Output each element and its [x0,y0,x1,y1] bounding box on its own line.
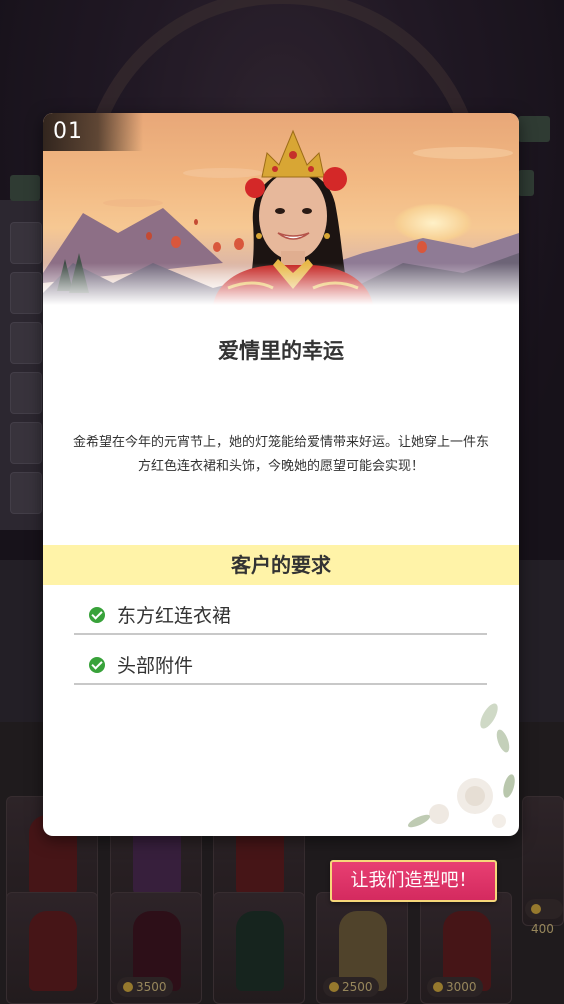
portrait-fade [43,263,519,305]
request-title: 爱情里的幸运 [218,339,344,363]
requirements-header: 客户的要求 [43,545,519,585]
requirement-item: 东方红连衣裙 [74,587,487,635]
floral-decoration-icon [407,703,515,828]
requirement-label: 头部附件 [117,655,194,677]
client-request-modal: 01 爱情里的幸运 金希望在今年的元宵节上，她的灯笼能给爱情带来好运。让她穿上一… [43,113,519,836]
lets-style-button[interactable]: 让我们造型吧！ [330,860,497,902]
requirement-label: 东方红连衣裙 [117,605,232,627]
checkmark-icon [89,657,105,673]
level-badge: 01 [43,113,143,151]
request-description: 金希望在今年的元宵节上，她的灯笼能给爱情带来好运。让她穿上一件东方红色连衣裙和头… [72,435,489,474]
requirement-item: 头部附件 [74,637,487,685]
checkmark-icon [89,607,105,623]
client-portrait: 01 [43,113,519,305]
